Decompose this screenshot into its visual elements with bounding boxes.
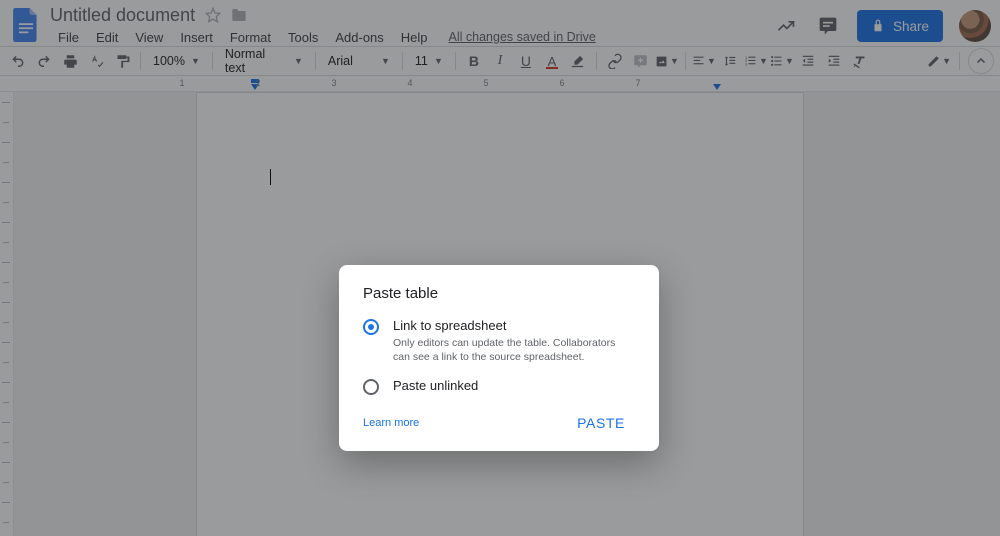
dialog-title: Paste table bbox=[363, 285, 635, 302]
radio-link-spreadsheet[interactable] bbox=[363, 319, 379, 335]
option-description: Only editors can update the table. Colla… bbox=[393, 336, 618, 364]
option-label: Link to spreadsheet bbox=[393, 318, 618, 333]
radio-paste-unlinked[interactable] bbox=[363, 379, 379, 395]
option-paste-unlinked[interactable]: Paste unlinked bbox=[363, 378, 635, 395]
learn-more-link[interactable]: Learn more bbox=[363, 417, 419, 429]
paste-table-dialog: Paste table Link to spreadsheet Only edi… bbox=[339, 265, 659, 451]
option-link-spreadsheet[interactable]: Link to spreadsheet Only editors can upd… bbox=[363, 318, 635, 364]
paste-button[interactable]: PASTE bbox=[567, 409, 635, 437]
option-label: Paste unlinked bbox=[393, 378, 478, 393]
